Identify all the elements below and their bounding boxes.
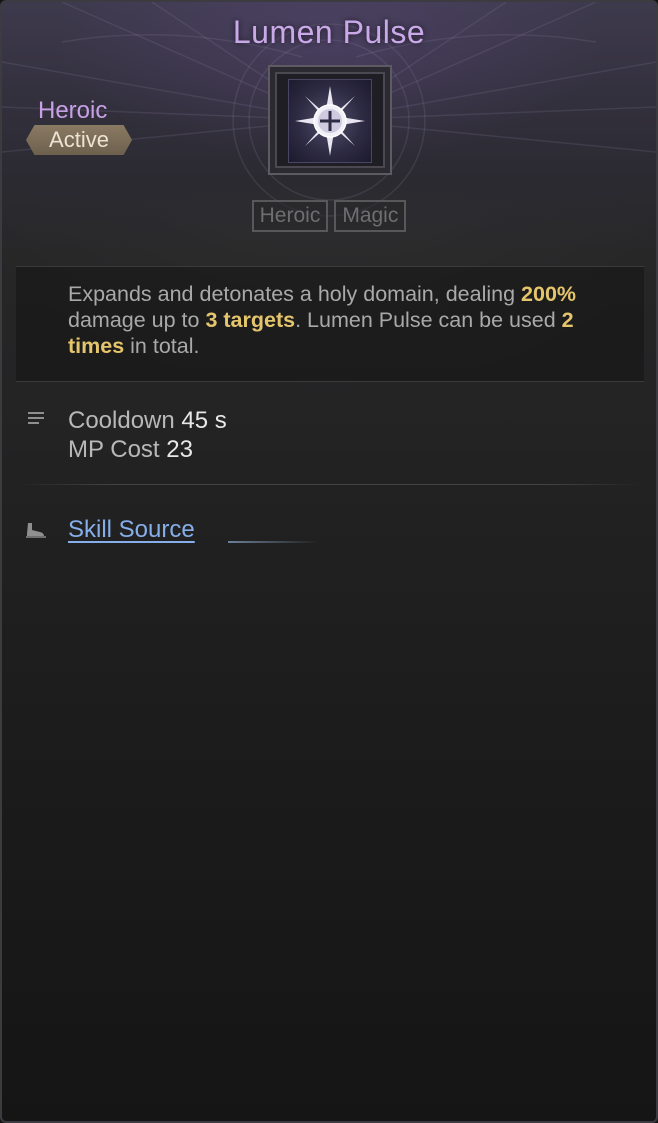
skill-title: Lumen Pulse — [232, 14, 426, 50]
skill-type-badge: Active — [26, 125, 132, 155]
skill-tags: Heroic Magic — [2, 200, 656, 232]
section-divider — [16, 484, 644, 485]
desc-text-2: damage up to — [68, 308, 206, 332]
tag-magic: Magic — [334, 200, 407, 232]
desc-targets-value: 3 targets — [205, 308, 296, 332]
desc-damage-value: 200% — [521, 282, 577, 306]
mp-cost-row: MP Cost 23 — [68, 435, 227, 464]
skill-icon — [288, 79, 372, 163]
tooltip-header: Lumen Pulse Heroic Active Heroic Magic — [2, 2, 656, 252]
boot-icon — [26, 523, 46, 538]
skill-source-link[interactable]: Skill Source — [68, 516, 195, 544]
list-icon — [28, 412, 44, 426]
cooldown-label: Cooldown — [68, 407, 175, 434]
skill-stats: Cooldown 45 s MP Cost 23 — [68, 406, 227, 464]
skill-tooltip-panel: Lumen Pulse Heroic Active Heroic Magic E… — [0, 0, 658, 1123]
cooldown-row: Cooldown 45 s — [68, 406, 227, 435]
mp-cost-label: MP Cost — [68, 436, 160, 463]
skill-grade-label: Heroic — [38, 97, 108, 124]
skill-description: Expands and detonates a holy domain, dea… — [16, 266, 644, 382]
holy-compass-burst-icon — [295, 86, 365, 156]
skill-icon-frame — [268, 65, 392, 175]
cooldown-value: 45 s — [181, 407, 227, 434]
link-underline-fade — [228, 541, 318, 543]
tag-heroic: Heroic — [251, 200, 329, 232]
desc-text-3: . Lumen Pulse can be used — [295, 308, 562, 332]
mp-cost-value: 23 — [166, 436, 193, 463]
desc-text-1: Expands and detonates a holy domain, dea… — [68, 282, 522, 306]
desc-text-4: in total. — [124, 334, 200, 358]
